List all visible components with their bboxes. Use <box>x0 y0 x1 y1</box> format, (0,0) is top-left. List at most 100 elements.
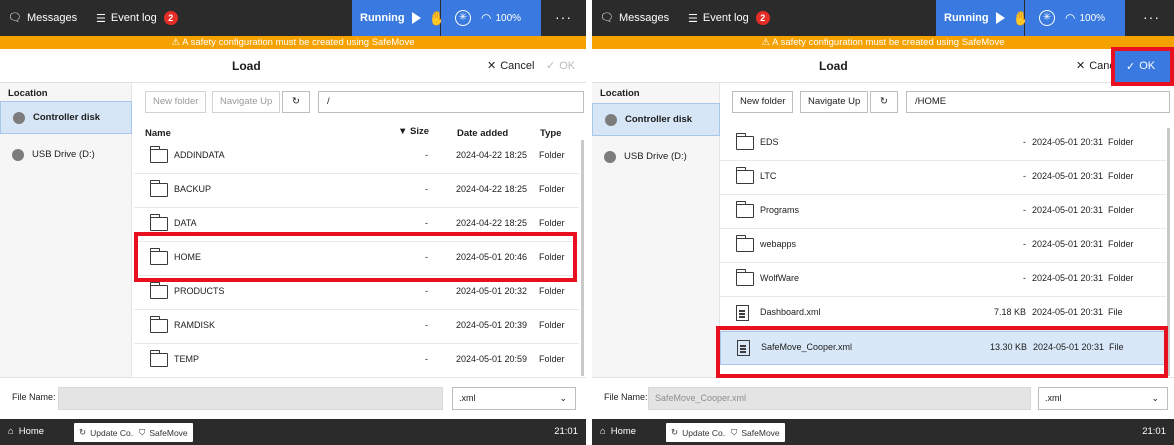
column-name[interactable]: Name <box>145 128 171 139</box>
sidebar-item-usb-drive[interactable]: USB Drive (D:) <box>0 138 132 171</box>
file-name-input[interactable]: SafeMove_Cooper.xml <box>648 387 1031 410</box>
taskbar-update-button[interactable]: ↻ Update Co... <box>666 423 735 442</box>
cell-date: 2024-04-22 18:25 <box>456 184 528 194</box>
new-folder-button[interactable]: New folder <box>145 91 207 113</box>
ok-button[interactable]: ✓ OK <box>546 59 575 73</box>
taskbar-safemove-button[interactable]: ⛉ SafeMove <box>134 423 193 442</box>
footer: File Name: SafeMove_Cooper.xml .xml ⌄ <box>592 377 1174 419</box>
run-status-button[interactable]: Running ✋ <box>936 0 1030 36</box>
refresh-button[interactable]: ↻ <box>870 91 898 113</box>
home-button[interactable]: ⌂ Home <box>8 426 44 437</box>
run-status-button[interactable]: Running ✋ <box>352 0 446 36</box>
navigate-up-button[interactable]: Navigate Up <box>212 91 281 113</box>
table-row[interactable]: LTC -2024-05-01 20:31 Folder <box>720 161 1166 195</box>
extension-select[interactable]: .xml ⌄ <box>1038 387 1168 410</box>
folder-icon <box>149 180 168 197</box>
cell-name: RAMDISK <box>174 320 216 330</box>
location-sidebar: Location Controller disk USB Drive (D:) <box>592 83 720 377</box>
clock: 21:01 <box>1142 426 1166 437</box>
cell-type: Folder <box>539 320 565 330</box>
safety-warning-banner: ⚠ A safety configuration must be created… <box>0 36 586 49</box>
chevron-down-icon: ⌄ <box>559 393 567 403</box>
cell-name: TEMP <box>174 354 200 364</box>
folder-icon <box>149 282 168 299</box>
right-screen: 🗨 Messages ☰ Event log 2 Running ✋ ✳ ◠ 1… <box>592 0 1174 445</box>
table-row[interactable]: ADDINDATA - 2024-04-22 18:25 Folder <box>134 140 579 174</box>
home-icon: ⌂ <box>600 426 606 437</box>
table-row[interactable]: Programs -2024-05-01 20:31 Folder <box>720 195 1166 229</box>
cell-date: 2024-05-01 20:59 <box>456 354 528 364</box>
column-size[interactable]: ▼ Size <box>398 126 429 137</box>
home-button[interactable]: ⌂ Home <box>600 426 636 437</box>
left-screen: 🗨 Messages ☰ Event log 2 Running ✋ ✳ ◠ 1… <box>0 0 586 445</box>
sidebar-item-controller-disk[interactable]: Controller disk <box>592 103 720 136</box>
messages-button[interactable]: 🗨 Messages <box>600 11 669 25</box>
cell-size: - <box>1023 205 1026 215</box>
new-folder-button[interactable]: New folder <box>732 91 794 113</box>
cell-name: EDS <box>760 137 779 147</box>
more-button[interactable]: ··· <box>1143 9 1160 25</box>
cell-size: - <box>425 218 428 228</box>
disk-icon <box>13 111 25 124</box>
taskbar-safemove-button[interactable]: ⛉ SafeMove <box>726 423 785 442</box>
play-icon <box>411 12 421 24</box>
cell-date: 2024-05-01 20:31 <box>1032 307 1104 317</box>
safety-warning-banner: ⚠ A safety configuration must be created… <box>592 36 1174 49</box>
cell-name: ADDINDATA <box>174 150 225 160</box>
refresh-button[interactable]: ↻ <box>282 91 310 113</box>
cell-type: Folder <box>1108 205 1134 215</box>
event-count-badge: 2 <box>163 11 178 25</box>
extension-select[interactable]: .xml ⌄ <box>452 387 576 410</box>
cell-size: - <box>425 320 428 330</box>
sidebar-item-usb-drive[interactable]: USB Drive (D:) <box>592 140 720 173</box>
table-row[interactable]: BACKUP - 2024-04-22 18:25 Folder <box>134 174 579 208</box>
cell-size: - <box>425 286 428 296</box>
motor-icon: ✳ <box>455 10 471 26</box>
more-button[interactable]: ··· <box>555 9 572 25</box>
shield-icon: ⛉ <box>731 427 738 437</box>
folder-icon <box>149 214 168 231</box>
event-log-button[interactable]: ☰ Event log 2 <box>96 11 178 25</box>
column-date[interactable]: Date added <box>457 128 508 139</box>
column-type[interactable]: Type <box>540 128 561 139</box>
navigate-up-button[interactable]: Navigate Up <box>800 91 869 113</box>
close-icon: ✕ <box>487 60 497 72</box>
location-heading: Location <box>600 88 640 99</box>
close-icon: ✕ <box>1076 60 1086 72</box>
disk-icon <box>605 113 617 126</box>
highlight-box-home <box>134 232 577 282</box>
file-name-input[interactable] <box>58 387 443 410</box>
cell-date: 2024-04-22 18:25 <box>456 218 528 228</box>
taskbar: ⌂ Home ↻ Update Co... ⛉ SafeMove 21:01 <box>0 419 586 445</box>
sidebar-item-controller-disk[interactable]: Controller disk <box>0 101 132 134</box>
cell-name: BACKUP <box>174 184 212 194</box>
table-row[interactable]: webapps -2024-05-01 20:31 Folder <box>720 229 1166 263</box>
cell-type: File <box>1108 307 1123 317</box>
table-row[interactable]: RAMDISK - 2024-05-01 20:39 Folder <box>134 310 579 344</box>
event-log-button[interactable]: ☰ Event log 2 <box>688 11 770 25</box>
table-row[interactable]: TEMP - 2024-05-01 20:59 Folder <box>134 344 579 378</box>
cell-size: - <box>1023 137 1026 147</box>
messages-button[interactable]: 🗨 Messages <box>8 11 77 25</box>
disk-icon <box>604 150 616 163</box>
cell-type: Folder <box>539 150 565 160</box>
cell-size: - <box>1023 171 1026 181</box>
cell-name: Programs <box>760 205 800 215</box>
taskbar-update-button[interactable]: ↻ Update Co... <box>74 423 143 442</box>
path-input[interactable]: / <box>318 91 584 113</box>
file-name-label: File Name: <box>12 392 56 402</box>
cell-date: 2024-04-22 18:25 <box>456 150 528 160</box>
table-row[interactable]: WolfWare -2024-05-01 20:31 Folder <box>720 263 1166 297</box>
speed-button[interactable]: ✳ ◠ 100% <box>1025 0 1125 36</box>
cell-name: Dashboard.xml <box>760 307 821 317</box>
cell-size: 7.18 KB <box>993 307 1026 317</box>
disk-icon <box>12 148 24 161</box>
top-bar: 🗨 Messages ☰ Event log 2 Running ✋ ✳ ◠ 1… <box>0 0 586 36</box>
cancel-button[interactable]: ✕ Cancel <box>487 59 534 73</box>
scrollbar[interactable] <box>581 140 584 376</box>
speed-button[interactable]: ✳ ◠ 100% <box>441 0 541 36</box>
path-input[interactable]: /HOME <box>906 91 1170 113</box>
cell-size: - <box>1023 239 1026 249</box>
table-row[interactable]: EDS -2024-05-01 20:31 Folder <box>720 127 1166 161</box>
dialog-title: Load <box>232 59 261 73</box>
